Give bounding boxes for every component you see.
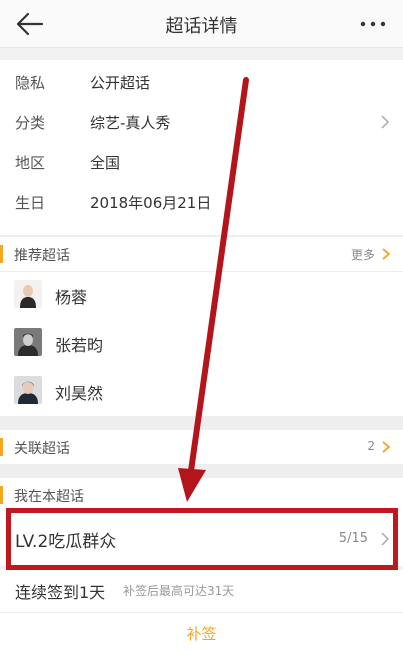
related-count: 2 [367, 439, 375, 453]
info-row-birthday: 生日 2018年06月21日 [0, 182, 403, 222]
signin-streak: 连续签到1天 [15, 583, 106, 602]
list-item-label: 张若昀 [55, 336, 104, 355]
level-progress: 5/15 [338, 531, 368, 546]
makeup-signin-button[interactable]: 补签 [0, 623, 403, 644]
section-gap [0, 416, 403, 430]
more-button[interactable] [355, 14, 391, 34]
info-row-category[interactable]: 分类 综艺-真人秀 [0, 102, 403, 142]
chevron-right-icon [382, 248, 391, 260]
list-item[interactable]: 张若昀 [0, 320, 403, 368]
info-value: 综艺-真人秀 [90, 114, 171, 132]
mine-header: 我在本超话 [0, 478, 403, 512]
makeup-row: 补签 [0, 612, 403, 653]
signin-note: 补签后最高可达31天 [123, 584, 235, 598]
info-row-region: 地区 全国 [0, 142, 403, 182]
section-title: 我在本超话 [14, 489, 84, 505]
avatar [14, 280, 42, 308]
level-label: LV.2吃瓜群众 [15, 532, 117, 552]
recommend-header[interactable]: 推荐超话 更多 [0, 237, 403, 271]
recommend-list: 杨蓉 张若昀 刘昊然 [0, 272, 403, 416]
section-title: 推荐超话 [14, 248, 70, 264]
top-bar: 超话详情 [0, 0, 403, 48]
list-item[interactable]: 杨蓉 [0, 272, 403, 320]
info-value: 全国 [90, 154, 121, 172]
related-header[interactable]: 关联超话 2 [0, 430, 403, 464]
list-item-label: 杨蓉 [55, 288, 88, 307]
level-row[interactable]: LV.2吃瓜群众 5/15 [0, 512, 403, 566]
more-dots-icon [360, 21, 386, 27]
section-gap [0, 464, 403, 478]
info-section: 隐私 公开超话 分类 综艺-真人秀 地区 全国 生日 2018年06月21日 [0, 60, 403, 235]
accent-bar [0, 486, 3, 504]
more-link[interactable]: 更多 [351, 246, 375, 263]
info-label: 分类 [15, 114, 46, 132]
info-label: 隐私 [15, 74, 46, 92]
list-item[interactable]: 刘昊然 [0, 368, 403, 416]
section-title: 关联超话 [14, 441, 70, 457]
info-label: 地区 [15, 154, 46, 172]
avatar [14, 328, 42, 356]
info-value: 公开超话 [90, 74, 151, 92]
signin-row: 连续签到1天 补签后最高可达31天 [0, 570, 403, 612]
avatar [14, 376, 42, 404]
page-title: 超话详情 [165, 16, 238, 37]
info-row-privacy: 隐私 公开超话 [0, 62, 403, 102]
accent-bar [0, 245, 3, 263]
info-label: 生日 [15, 194, 46, 212]
accent-bar [0, 438, 3, 456]
chevron-right-icon [381, 115, 390, 129]
list-item-label: 刘昊然 [55, 384, 104, 403]
info-value: 2018年06月21日 [90, 194, 212, 212]
chevron-right-icon [382, 441, 391, 453]
chevron-right-icon [381, 532, 390, 546]
